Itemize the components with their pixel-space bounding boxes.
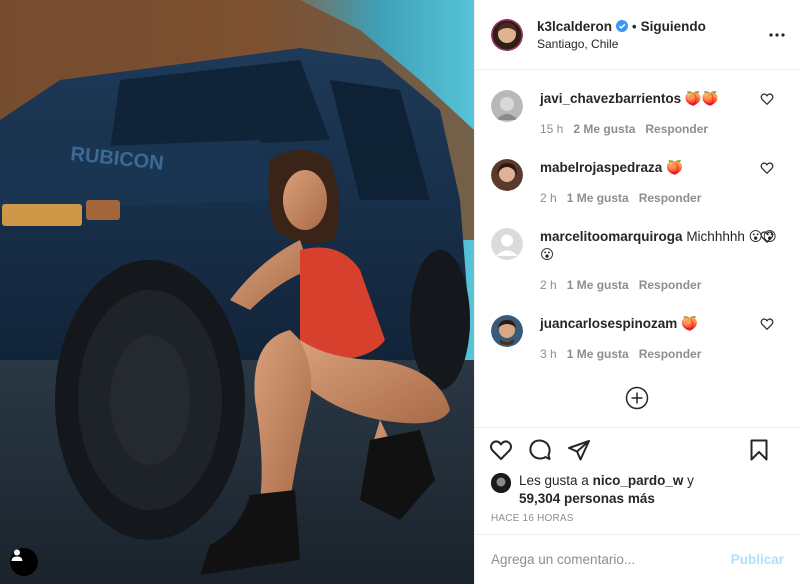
likes-count[interactable]: 59,304 personas más [519,491,655,506]
like-comment-icon[interactable] [760,92,774,106]
avatar-icon [491,159,523,191]
comment-avatar[interactable] [491,90,523,122]
comment-input[interactable] [491,552,731,567]
comment-avatar[interactable] [491,228,523,260]
post-image: RUBICON [0,0,474,584]
avatar-icon [491,18,523,51]
likes-summary: Les gusta a nico_pardo_w y 59,304 person… [491,472,694,508]
post-timestamp[interactable]: HACE 16 HORAS [491,513,574,524]
reply-button[interactable]: Responder [639,278,702,292]
post-header: k3lcalderon • Siguiendo Santiago, Chile [475,0,800,70]
likes-prefix: Les gusta a [519,473,589,488]
post-photo[interactable]: RUBICON [0,0,474,584]
comment-username[interactable]: javi_chavezbarrientos [540,91,681,106]
comment-icon[interactable] [528,438,552,462]
avatar-icon [491,315,523,347]
person-icon [11,549,23,561]
post-sidebar: k3lcalderon • Siguiendo Santiago, Chile [474,0,800,584]
tagged-user-icon[interactable] [10,548,38,576]
likes-text: Les gusta a nico_pardo_w y 59,304 person… [519,472,694,508]
reply-button[interactable]: Responder [645,122,708,136]
liker-username[interactable]: nico_pardo_w [593,473,684,488]
author-avatar[interactable] [491,18,523,51]
comment-avatar[interactable] [491,159,523,191]
post-actions [475,427,800,472]
comment-text: 🍑 [681,316,698,331]
like-comment-icon[interactable] [760,317,774,331]
comment-meta: 2 h 1 Me gusta Responder [540,191,784,205]
post-modal: RUBICON k3lcalderon • Siguiendo Santiago… [0,0,800,584]
comment-text: 🍑 [666,160,683,175]
avatar-icon [491,228,523,260]
reply-button[interactable]: Responder [639,347,702,361]
verified-badge-icon [616,20,629,32]
comment-avatar[interactable] [491,315,523,347]
comment-likes[interactable]: 1 Me gusta [567,191,629,205]
more-options-icon[interactable] [768,28,786,42]
comment-meta: 2 h 1 Me gusta Responder [540,278,784,292]
liker-avatar[interactable] [491,473,511,493]
comment-username[interactable]: juancarlosespinozam [540,316,677,331]
comment-username[interactable]: mabelrojaspedraza [540,160,662,175]
comment-likes[interactable]: 2 Me gusta [573,122,635,136]
bookmark-icon[interactable] [747,438,771,462]
like-comment-icon[interactable] [760,230,774,244]
comment-time[interactable]: 3 h [540,347,557,361]
share-icon[interactable] [567,438,591,462]
comment-item: marcelitoomarquiroga Michhhhh 😮😮😮 2 h 1 … [491,228,784,292]
add-comment-bar: Publicar [475,534,800,584]
comment-username[interactable]: marcelitoomarquiroga [540,229,683,244]
comment-meta: 15 h 2 Me gusta Responder [540,122,784,136]
avatar-icon [491,473,511,493]
comment-item: mabelrojaspedraza 🍑 2 h 1 Me gusta Respo… [491,159,784,205]
comment-likes[interactable]: 1 Me gusta [567,278,629,292]
comment-item: juancarlosespinozam 🍑 3 h 1 Me gusta Res… [491,315,784,361]
comment-likes[interactable]: 1 Me gusta [567,347,629,361]
reply-button[interactable]: Responder [639,191,702,205]
comment-time[interactable]: 2 h [540,278,557,292]
heart-icon[interactable] [489,438,513,462]
comment-time[interactable]: 2 h [540,191,557,205]
publish-button[interactable]: Publicar [731,552,784,567]
comment-meta: 3 h 1 Me gusta Responder [540,347,784,361]
comment-time[interactable]: 15 h [540,122,563,136]
comment-text: 🍑🍑 [684,91,719,106]
comment-item: javi_chavezbarrientos 🍑🍑 15 h 2 Me gusta… [491,90,784,136]
load-more-comments-icon[interactable] [625,386,649,410]
follow-button[interactable]: Siguiendo [641,19,706,34]
author-username[interactable]: k3lcalderon [537,19,612,34]
like-comment-icon[interactable] [760,161,774,175]
avatar-icon [491,90,523,122]
author-info: k3lcalderon • Siguiendo Santiago, Chile [537,19,706,51]
post-location[interactable]: Santiago, Chile [537,37,706,51]
separator-dot: • [632,18,637,34]
likes-conjunction: y [687,473,694,488]
